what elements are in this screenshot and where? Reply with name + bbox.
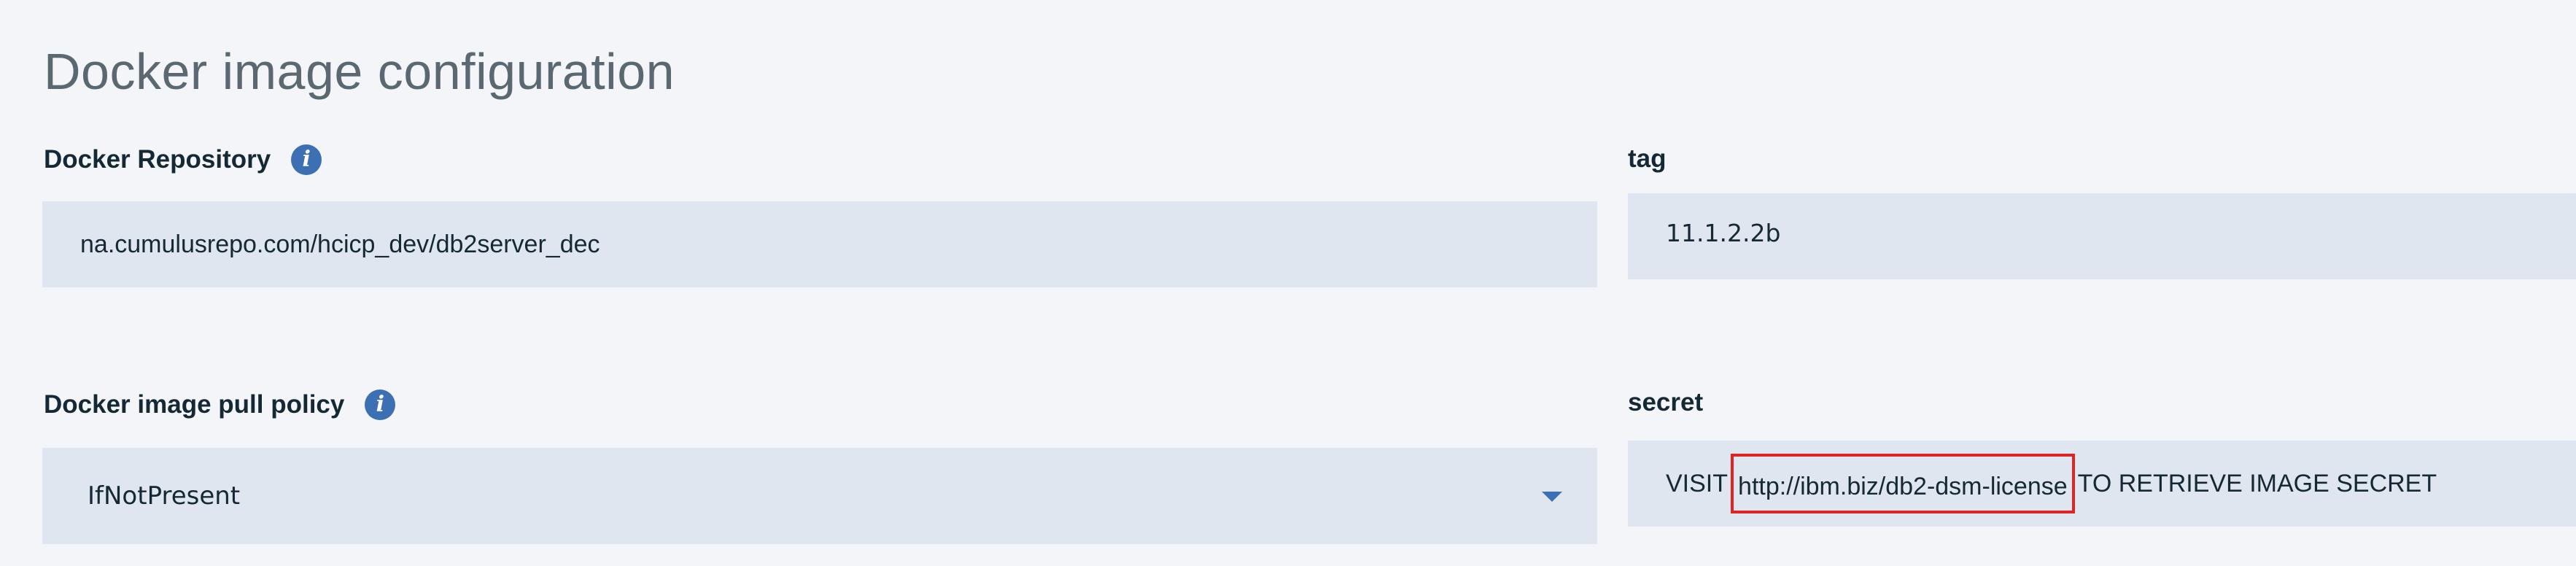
secret-label: secret — [1628, 388, 1703, 417]
pull-policy-selected-value: IfNotPresent — [88, 481, 241, 511]
info-icon[interactable]: i — [365, 389, 396, 420]
chevron-down-icon[interactable] — [1542, 492, 1562, 502]
docker-repository-label-text: Docker Repository — [44, 145, 271, 174]
pull-policy-label: Docker image pull policy i — [44, 389, 396, 420]
docker-repository-input[interactable]: na.cumulusrepo.com/hcicp_dev/db2server_d… — [42, 201, 1597, 287]
license-link[interactable]: http://ibm.biz/db2-dsm-license — [1731, 454, 2075, 513]
docker-repository-value: na.cumulusrepo.com/hcicp_dev/db2server_d… — [80, 230, 600, 258]
tag-label: tag — [1628, 144, 1667, 174]
tag-value: 11.1.2.2b — [1666, 218, 1781, 247]
pull-policy-select[interactable]: IfNotPresent — [42, 448, 1597, 544]
docker-config-section: Docker image configuration Docker Reposi… — [0, 0, 2576, 566]
secret-prefix: VISIT — [1666, 469, 1729, 497]
section-title: Docker image configuration — [44, 43, 675, 100]
secret-label-text: secret — [1628, 388, 1704, 416]
secret-input[interactable]: VISIT http://ibm.biz/db2-dsm-license TO … — [1628, 441, 2576, 527]
pull-policy-label-text: Docker image pull policy — [44, 390, 345, 419]
tag-input[interactable]: 11.1.2.2b — [1628, 193, 2576, 279]
tag-label-text: tag — [1628, 144, 1667, 173]
docker-repository-label: Docker Repository i — [44, 144, 322, 175]
info-icon[interactable]: i — [291, 144, 322, 175]
secret-suffix: TO RETRIEVE IMAGE SECRET — [2077, 469, 2437, 497]
